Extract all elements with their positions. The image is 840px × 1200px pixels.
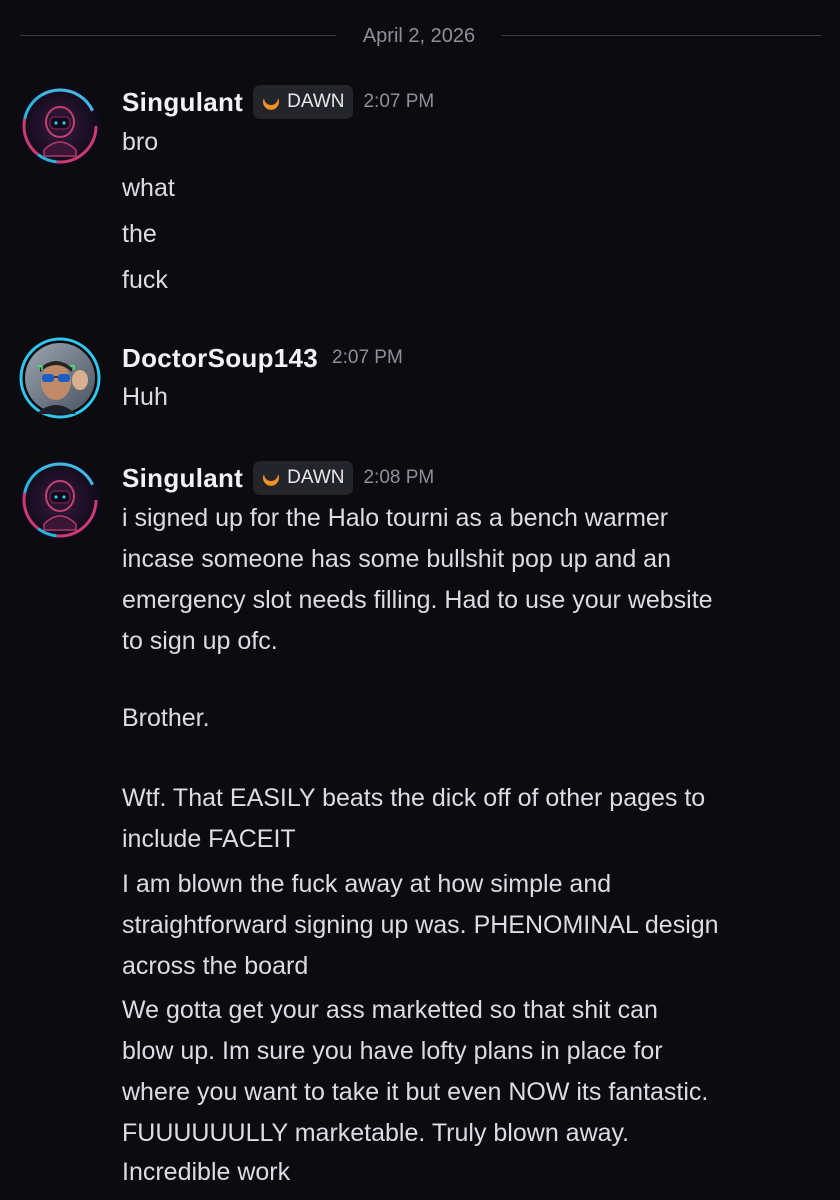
dawn-badge[interactable]: DAWN — [253, 85, 354, 119]
message-line: Incredible work — [122, 1158, 291, 1186]
message-line: what — [122, 174, 175, 202]
astronaut-avatar-icon — [19, 459, 101, 541]
username[interactable]: DoctorSoup143 — [122, 343, 318, 374]
message-line: emergency slot needs filling. Had to use… — [122, 586, 713, 614]
message-line: Huh — [122, 383, 168, 411]
date-divider-text: April 2, 2026 — [362, 25, 476, 47]
timestamp: 2:07 PM — [363, 91, 435, 112]
message-line: fuck — [122, 266, 168, 294]
user-photo-avatar — [19, 337, 101, 419]
timestamp: 2:08 PM — [363, 467, 435, 488]
avatar-singulant[interactable] — [18, 458, 102, 542]
message-line: include FACEIT — [122, 825, 296, 853]
message-line: bro — [122, 128, 159, 156]
username[interactable]: Singulant — [122, 463, 243, 494]
chat-log: April 2, 2026 Singulant DAWN 2:07 PM bro… — [0, 0, 840, 1200]
divider-line-left — [20, 35, 336, 36]
astronaut-avatar-icon — [19, 85, 101, 167]
badge-label: DAWN — [287, 467, 345, 488]
message-line: to sign up ofc. — [122, 627, 278, 655]
dawn-crescent-icon — [263, 98, 280, 110]
username[interactable]: Singulant — [122, 87, 243, 118]
message-line: I am blown the fuck away at how simple a… — [122, 870, 612, 898]
message-line: blow up. Im sure you have lofty plans in… — [122, 1037, 663, 1065]
message-line: We gotta get your ass marketted so that … — [122, 996, 658, 1024]
date-divider: April 2, 2026 — [0, 22, 840, 50]
message-header: Singulant DAWN 2:08 PM — [122, 458, 434, 498]
divider-line-right — [502, 35, 822, 36]
dawn-badge[interactable]: DAWN — [253, 461, 354, 495]
message-line: Wtf. That EASILY beats the dick off of o… — [122, 784, 706, 812]
dawn-crescent-icon — [263, 474, 280, 486]
message-line: straightforward signing up was. PHENOMIN… — [122, 911, 719, 939]
message-header: DoctorSoup143 2:07 PM — [122, 338, 403, 378]
message-line: where you want to take it but even NOW i… — [122, 1078, 709, 1106]
badge-label: DAWN — [287, 91, 345, 112]
message-line: i signed up for the Halo tourni as a ben… — [122, 504, 669, 532]
avatar-doctorsoup143[interactable] — [18, 336, 102, 420]
avatar-singulant[interactable] — [18, 84, 102, 168]
message-line: the — [122, 220, 157, 248]
message-line: Brother. — [122, 704, 210, 732]
message-line: across the board — [122, 952, 309, 980]
timestamp: 2:07 PM — [332, 347, 403, 368]
message-line: FUUUUUULLY marketable. Truly blown away. — [122, 1119, 630, 1147]
message-line: incase someone has some bullshit pop up … — [122, 545, 671, 573]
message-header: Singulant DAWN 2:07 PM — [122, 82, 434, 122]
